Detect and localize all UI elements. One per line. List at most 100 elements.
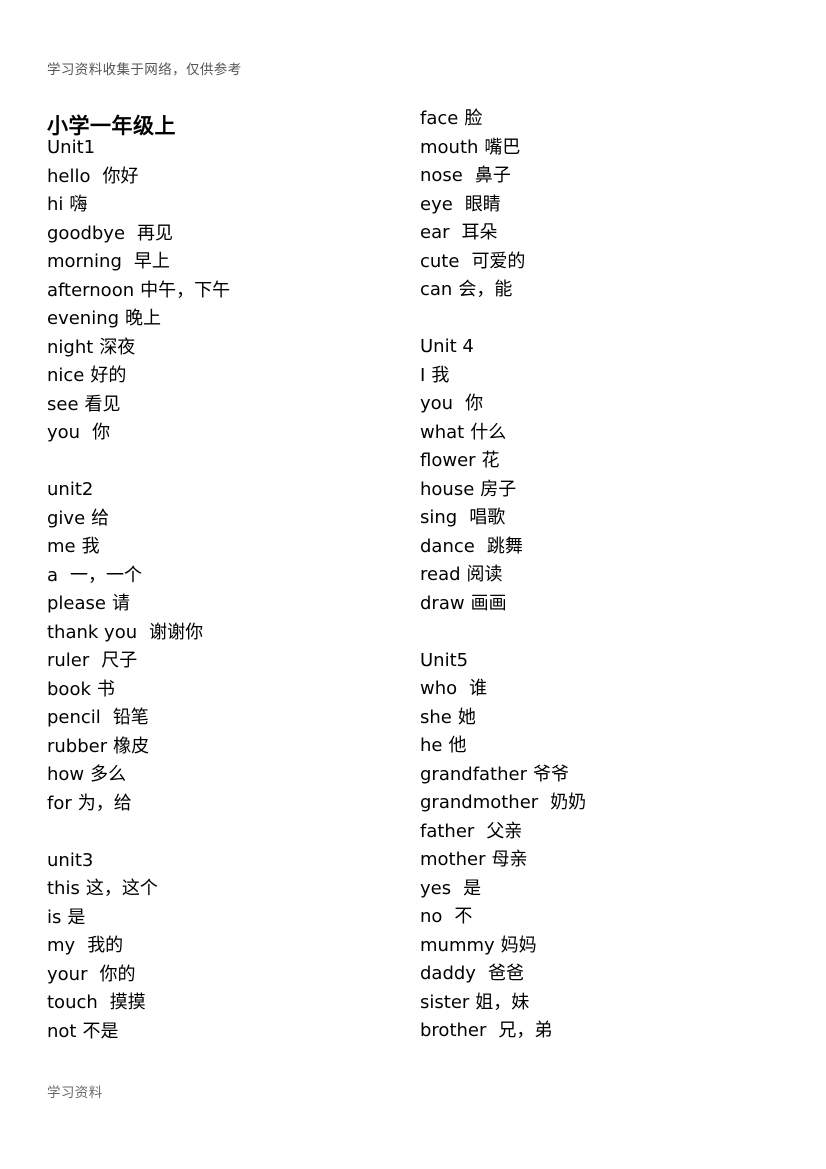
word-english: morning — [47, 251, 122, 272]
vocabulary-entry: eye 眼睛 — [420, 190, 780, 219]
word-chinese: 会，能 — [458, 279, 513, 300]
word-english: how — [47, 764, 85, 785]
vocabulary-entry: brother 兄，弟 — [420, 1016, 780, 1045]
vocabulary-entry: afternoon 中午，下午 — [47, 276, 407, 305]
word-english: I — [420, 364, 426, 386]
word-english: you — [420, 393, 454, 414]
vocabulary-entry: you 你 — [47, 418, 407, 447]
word-english: can — [420, 279, 453, 300]
vocabulary-entry: this 这，这个 — [47, 874, 407, 903]
word-chinese: 是 — [67, 906, 86, 928]
word-chinese: 尺子 — [101, 650, 138, 671]
word-chinese: 你 — [92, 422, 111, 443]
word-english: read — [420, 564, 461, 585]
vocabulary-entry: hello 你好 — [47, 162, 407, 191]
vocabulary-entry: face 脸 — [420, 104, 780, 133]
word-chinese: 阅读 — [466, 564, 503, 585]
vocabulary-entry: nose 鼻子 — [420, 161, 780, 190]
word-english: for — [47, 792, 72, 814]
word-english: grandmother — [420, 792, 539, 813]
word-english: mother — [420, 849, 486, 870]
word-english: my — [47, 935, 76, 956]
word-chinese: 再见 — [137, 222, 174, 244]
unit-heading: Unit5 — [420, 646, 780, 675]
word-chinese: 请 — [111, 593, 130, 614]
word-chinese: 画画 — [470, 592, 507, 614]
vocabulary-entry: he 他 — [420, 731, 780, 760]
vocabulary-entry: not 不是 — [47, 1017, 407, 1046]
footer-watermark: 学习资料 — [47, 1085, 103, 1101]
word-chinese: 什么 — [470, 421, 507, 443]
word-chinese: 给 — [91, 507, 110, 529]
unit-heading-label: Unit5 — [420, 649, 469, 671]
header-watermark: 学习资料收集于网络，仅供参考 — [47, 62, 242, 78]
vocabulary-entry: pencil 铅笔 — [47, 703, 407, 732]
vocabulary-entry: a 一，一个 — [47, 561, 407, 590]
vocabulary-entry: who 谁 — [420, 674, 780, 703]
vocabulary-entry: my 我的 — [47, 931, 407, 960]
word-english: book — [47, 678, 91, 700]
vocabulary-entry: touch 摸摸 — [47, 988, 407, 1017]
vocabulary-entry: see 看见 — [47, 390, 407, 419]
vocabulary-entry: please 请 — [47, 589, 407, 618]
word-chinese: 爷爷 — [533, 763, 569, 785]
word-english: what — [420, 421, 465, 443]
word-chinese: 唱歌 — [469, 507, 506, 528]
word-english: brother — [420, 1020, 487, 1041]
word-english: yes — [420, 877, 452, 899]
vocabulary-entry: evening 晚上 — [47, 304, 407, 333]
word-chinese: 我 — [431, 364, 450, 386]
word-chinese: 橡皮 — [113, 735, 150, 757]
word-english: see — [47, 393, 79, 415]
word-chinese: 房子 — [480, 478, 517, 500]
word-english: sing — [420, 507, 458, 528]
word-english: dance — [420, 535, 475, 557]
word-chinese: 嗨 — [69, 194, 88, 215]
vocabulary-entry: dance 跳舞 — [420, 532, 780, 561]
vocabulary-entry: daddy 爸爸 — [420, 959, 780, 988]
word-chinese: 深夜 — [99, 336, 136, 358]
word-english: she — [420, 706, 452, 728]
word-english: grandfather — [420, 763, 527, 785]
word-chinese: 鼻子 — [474, 165, 511, 186]
word-chinese: 中午，下午 — [140, 279, 231, 301]
word-chinese: 爸爸 — [487, 963, 524, 984]
vocabulary-entry: what 什么 — [420, 418, 780, 447]
word-chinese: 花 — [481, 450, 500, 471]
vocabulary-entry: grandmother 奶奶 — [420, 788, 780, 817]
word-chinese: 嘴巴 — [484, 136, 521, 158]
word-english: thank you — [47, 621, 138, 643]
word-chinese: 是 — [463, 877, 482, 899]
vocabulary-entry: sing 唱歌 — [420, 503, 780, 532]
word-chinese: 谢谢你 — [149, 621, 204, 643]
word-english: cute — [420, 250, 460, 272]
word-english: flower — [420, 450, 476, 471]
word-english: touch — [47, 992, 98, 1013]
vocabulary-entry: hi 嗨 — [47, 190, 407, 219]
word-chinese: 好的 — [90, 365, 127, 386]
vocabulary-entry: mouth 嘴巴 — [420, 133, 780, 162]
vocabulary-entry: nice 好的 — [47, 361, 407, 390]
vocabulary-entry: for 为，给 — [47, 789, 407, 818]
word-chinese: 我 — [81, 536, 100, 557]
word-english: your — [47, 963, 88, 985]
vocabulary-entry: house 房子 — [420, 475, 780, 504]
vocabulary-entry: you 你 — [420, 389, 780, 418]
word-chinese: 为，给 — [77, 792, 132, 814]
word-chinese: 摸摸 — [109, 992, 146, 1013]
word-english: hello — [47, 165, 91, 187]
word-english: ruler — [47, 650, 90, 671]
word-chinese: 一，一个 — [70, 564, 143, 586]
unit-heading-label: unit3 — [47, 849, 94, 871]
vocabulary-entry: mother 母亲 — [420, 845, 780, 874]
vocabulary-entry: I我 — [420, 361, 780, 390]
unit-heading-label: Unit1 — [47, 137, 96, 158]
word-english: father — [420, 820, 475, 842]
word-chinese: 奶奶 — [550, 792, 587, 813]
word-chinese: 你好 — [102, 165, 139, 187]
unit-heading: unit2 — [47, 475, 407, 504]
unit-heading: Unit1 — [47, 133, 407, 162]
word-english: ear — [420, 222, 450, 243]
